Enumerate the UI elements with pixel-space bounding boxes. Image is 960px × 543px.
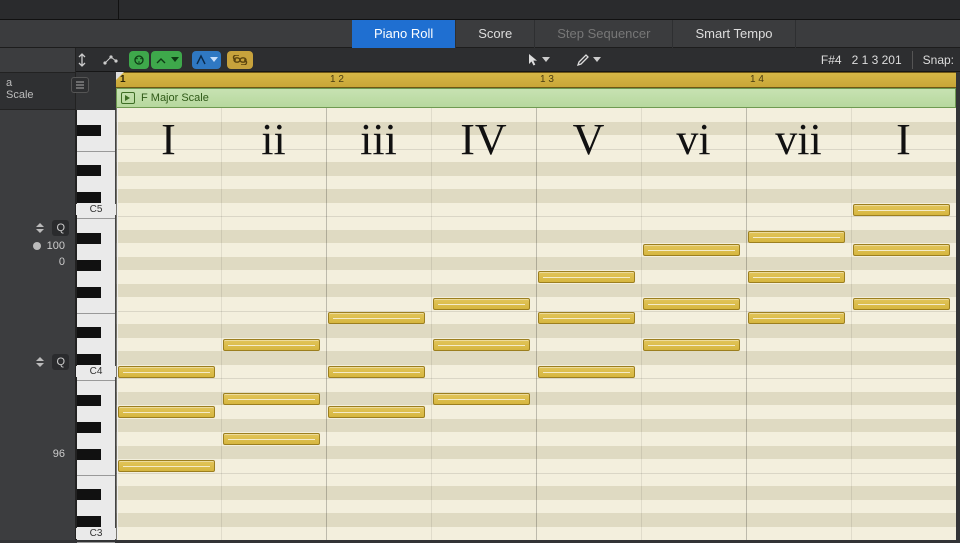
offset-value[interactable]: 0 <box>59 256 65 268</box>
midi-note[interactable] <box>328 366 425 378</box>
chevron-down-icon <box>593 57 601 62</box>
midi-note[interactable] <box>748 271 845 283</box>
chevron-down-icon <box>171 57 179 62</box>
region-name-line1: a <box>6 77 69 89</box>
tab-piano-roll[interactable]: Piano Roll <box>352 20 456 48</box>
playhead-line <box>117 108 118 540</box>
loop-icon <box>121 92 135 104</box>
octave-label-c3: C3 <box>76 528 116 539</box>
ruler-beat-label: 1 2 <box>330 74 344 85</box>
midi-note[interactable] <box>433 298 530 310</box>
ruler-beat-label: 1 3 <box>540 74 554 85</box>
velocity2-value[interactable]: 96 <box>53 448 65 460</box>
midi-note[interactable] <box>328 312 425 324</box>
titlebar-strip <box>0 0 960 20</box>
link-button[interactable] <box>227 51 253 69</box>
playhead-marker-icon[interactable] <box>116 72 124 80</box>
pointer-tool[interactable] <box>522 50 555 70</box>
midi-note[interactable] <box>538 271 635 283</box>
midi-note[interactable] <box>643 339 740 351</box>
inspector-sidebar: a Scale Q 100 0 Q 96 <box>0 48 76 540</box>
midi-note[interactable] <box>433 393 530 405</box>
info-position: 2 1 3 201 <box>852 53 902 67</box>
octave-label-c4: C4 <box>76 366 116 377</box>
note-grid[interactable] <box>116 108 956 540</box>
info-pitch: F#4 <box>821 53 842 67</box>
midi-note[interactable] <box>538 312 635 324</box>
midi-note[interactable] <box>223 393 320 405</box>
midi-note[interactable] <box>118 406 215 418</box>
midi-note[interactable] <box>328 406 425 418</box>
region-name-well[interactable]: a Scale <box>0 72 75 110</box>
tab-step-sequencer[interactable]: Step Sequencer <box>535 20 673 48</box>
midi-note[interactable] <box>748 312 845 324</box>
scale-quantize-stepper[interactable] <box>34 355 46 369</box>
midi-note[interactable] <box>118 460 215 472</box>
quantize-button[interactable]: Q <box>52 220 69 236</box>
velocity-value[interactable]: 100 <box>47 240 65 252</box>
piano-roll-toolbar: ew F#4 2 1 3 201 Snap: <box>0 48 960 72</box>
midi-in-button[interactable] <box>129 51 149 69</box>
midi-note[interactable] <box>853 244 950 256</box>
octave-label-c5: C5 <box>76 204 116 215</box>
midi-note[interactable] <box>853 298 950 310</box>
midi-note[interactable] <box>433 339 530 351</box>
editor-tab-bar: Piano Roll Score Step Sequencer Smart Te… <box>0 20 960 48</box>
midi-note[interactable] <box>643 298 740 310</box>
pencil-tool[interactable] <box>571 50 606 70</box>
region-name: F Major Scale <box>141 92 209 104</box>
tab-smart-tempo[interactable]: Smart Tempo <box>673 20 795 48</box>
piano-keyboard[interactable] <box>76 110 116 540</box>
midi-note[interactable] <box>853 204 950 216</box>
timeline-ruler[interactable]: 11 21 31 4 <box>116 72 956 88</box>
collapse-inspector-icon[interactable] <box>71 77 89 93</box>
chevron-down-icon <box>210 57 218 62</box>
time-quantize-stepper[interactable] <box>34 221 46 235</box>
chevron-down-icon <box>542 57 550 62</box>
tab-score[interactable]: Score <box>456 20 535 48</box>
ruler-beat-label: 1 4 <box>750 74 764 85</box>
midi-note[interactable] <box>748 231 845 243</box>
snap-label[interactable]: Snap: <box>923 53 954 67</box>
midi-note[interactable] <box>538 366 635 378</box>
midi-note[interactable] <box>643 244 740 256</box>
scale-quantize-button[interactable]: Q <box>52 354 69 370</box>
midi-out-button[interactable] <box>151 51 182 69</box>
region-name-line2: Scale <box>6 89 69 101</box>
midi-note[interactable] <box>223 433 320 445</box>
region-header[interactable]: F Major Scale <box>116 88 956 108</box>
automation-icon[interactable] <box>97 50 123 70</box>
catch-button[interactable] <box>192 51 221 69</box>
midi-note[interactable] <box>118 366 215 378</box>
velocity-dot-icon <box>33 242 41 250</box>
midi-note[interactable] <box>223 339 320 351</box>
